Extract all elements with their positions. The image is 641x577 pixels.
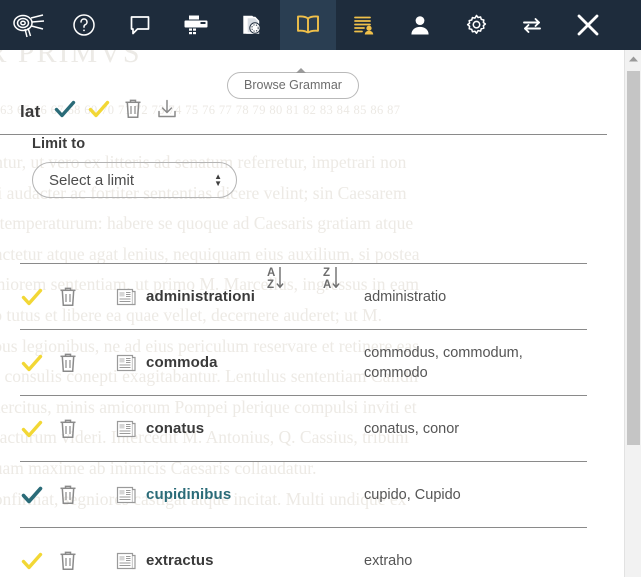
table-row[interactable]: administrationi administratio	[0, 264, 607, 329]
row-word-form: cupidinibus	[146, 486, 364, 503]
row-delete-button[interactable]	[58, 352, 108, 374]
scroll-up-button[interactable]	[625, 50, 641, 67]
toolbar-item-layers[interactable]	[224, 0, 280, 50]
comment-icon	[128, 13, 152, 37]
row-word-form: administrationi	[146, 288, 364, 305]
table-row[interactable]: conatus conatus, conor	[0, 396, 607, 461]
dictionary-entry-icon[interactable]	[108, 287, 146, 307]
row-delete-button[interactable]	[58, 550, 108, 572]
download-icon	[156, 98, 178, 125]
toolbar-item-browse-grammar[interactable]	[280, 0, 336, 50]
row-lemma: cupido, Cupido	[364, 485, 579, 505]
toolbar-item-settings[interactable]	[448, 0, 504, 50]
toolbar-item-switch[interactable]	[504, 0, 560, 50]
mark-known-button[interactable]	[48, 95, 82, 129]
table-row[interactable]: extractus extraho	[0, 528, 607, 577]
check-yellow-icon	[87, 98, 111, 125]
language-label: lat	[20, 102, 40, 122]
toolbar-item-comments[interactable]	[112, 0, 168, 50]
close-x-icon	[574, 11, 602, 39]
row-lemma: commodus, commodum, commodo	[364, 343, 579, 383]
browse-grammar-panel: lat	[0, 50, 607, 577]
check-teal-icon	[53, 98, 77, 125]
row-status-check[interactable]	[20, 550, 58, 572]
dictionary-entry-icon[interactable]	[108, 485, 146, 505]
toolbar-item-close[interactable]	[560, 0, 616, 50]
table-row[interactable]: commoda commodus, commodum, commodo	[0, 330, 607, 395]
top-toolbar	[0, 0, 641, 50]
vocabulary-list-icon	[351, 13, 377, 37]
limit-select[interactable]: Select a limit ▲▼	[32, 162, 237, 198]
download-button[interactable]	[150, 95, 184, 129]
tooltip: Browse Grammar	[227, 72, 359, 99]
app-root: ER PRIMVS 2 63 65 66 67 68 69 70 71 72 7…	[0, 0, 641, 577]
toolbar-item-logo[interactable]	[0, 0, 56, 50]
chevron-updown-icon: ▲▼	[214, 173, 222, 187]
table-row[interactable]: cupidinibus cupido, Cupido	[0, 462, 607, 527]
tooltip-text: Browse Grammar	[227, 72, 359, 99]
user-icon	[408, 13, 432, 37]
row-status-check[interactable]	[20, 352, 58, 374]
row-word-form: extractus	[146, 552, 364, 569]
limit-to-label: Limit to	[32, 136, 607, 152]
toolbar-item-vocabulary[interactable]	[336, 0, 392, 50]
mark-learning-button[interactable]	[82, 95, 116, 129]
help-question-icon	[72, 13, 96, 37]
row-lemma: extraho	[364, 551, 579, 571]
vertical-scrollbar[interactable]	[624, 50, 641, 577]
toolbar-item-help[interactable]	[56, 0, 112, 50]
row-status-check[interactable]	[20, 286, 58, 308]
row-word-form: commoda	[146, 354, 364, 371]
layers-icon	[239, 13, 265, 37]
row-delete-button[interactable]	[58, 418, 108, 440]
trash-icon	[123, 98, 143, 125]
vocabulary-list: administrationi administratio	[0, 263, 607, 577]
logo-scroll-icon	[11, 12, 45, 38]
book-open-icon	[294, 13, 322, 37]
dictionary-entry-icon[interactable]	[108, 551, 146, 571]
row-word-form: conatus	[146, 420, 364, 437]
row-status-check[interactable]	[20, 484, 58, 506]
print-icon	[183, 13, 209, 37]
scroll-up-icon	[628, 50, 639, 68]
delete-button[interactable]	[116, 95, 150, 129]
limit-to-section: Limit to Select a limit ▲▼	[0, 136, 607, 198]
row-delete-button[interactable]	[58, 286, 108, 308]
row-status-check[interactable]	[20, 418, 58, 440]
gear-icon	[464, 13, 489, 38]
limit-select-value: Select a limit	[49, 172, 134, 189]
row-lemma: administratio	[364, 287, 579, 307]
dictionary-entry-icon[interactable]	[108, 419, 146, 439]
toolbar-item-account[interactable]	[392, 0, 448, 50]
tooltip-arrow-icon	[296, 68, 306, 73]
scrollbar-thumb[interactable]	[627, 71, 640, 445]
row-lemma: conatus, conor	[364, 419, 579, 439]
toolbar-item-print[interactable]	[168, 0, 224, 50]
dictionary-entry-icon[interactable]	[108, 353, 146, 373]
swap-arrows-icon	[520, 15, 544, 35]
row-delete-button[interactable]	[58, 484, 108, 506]
